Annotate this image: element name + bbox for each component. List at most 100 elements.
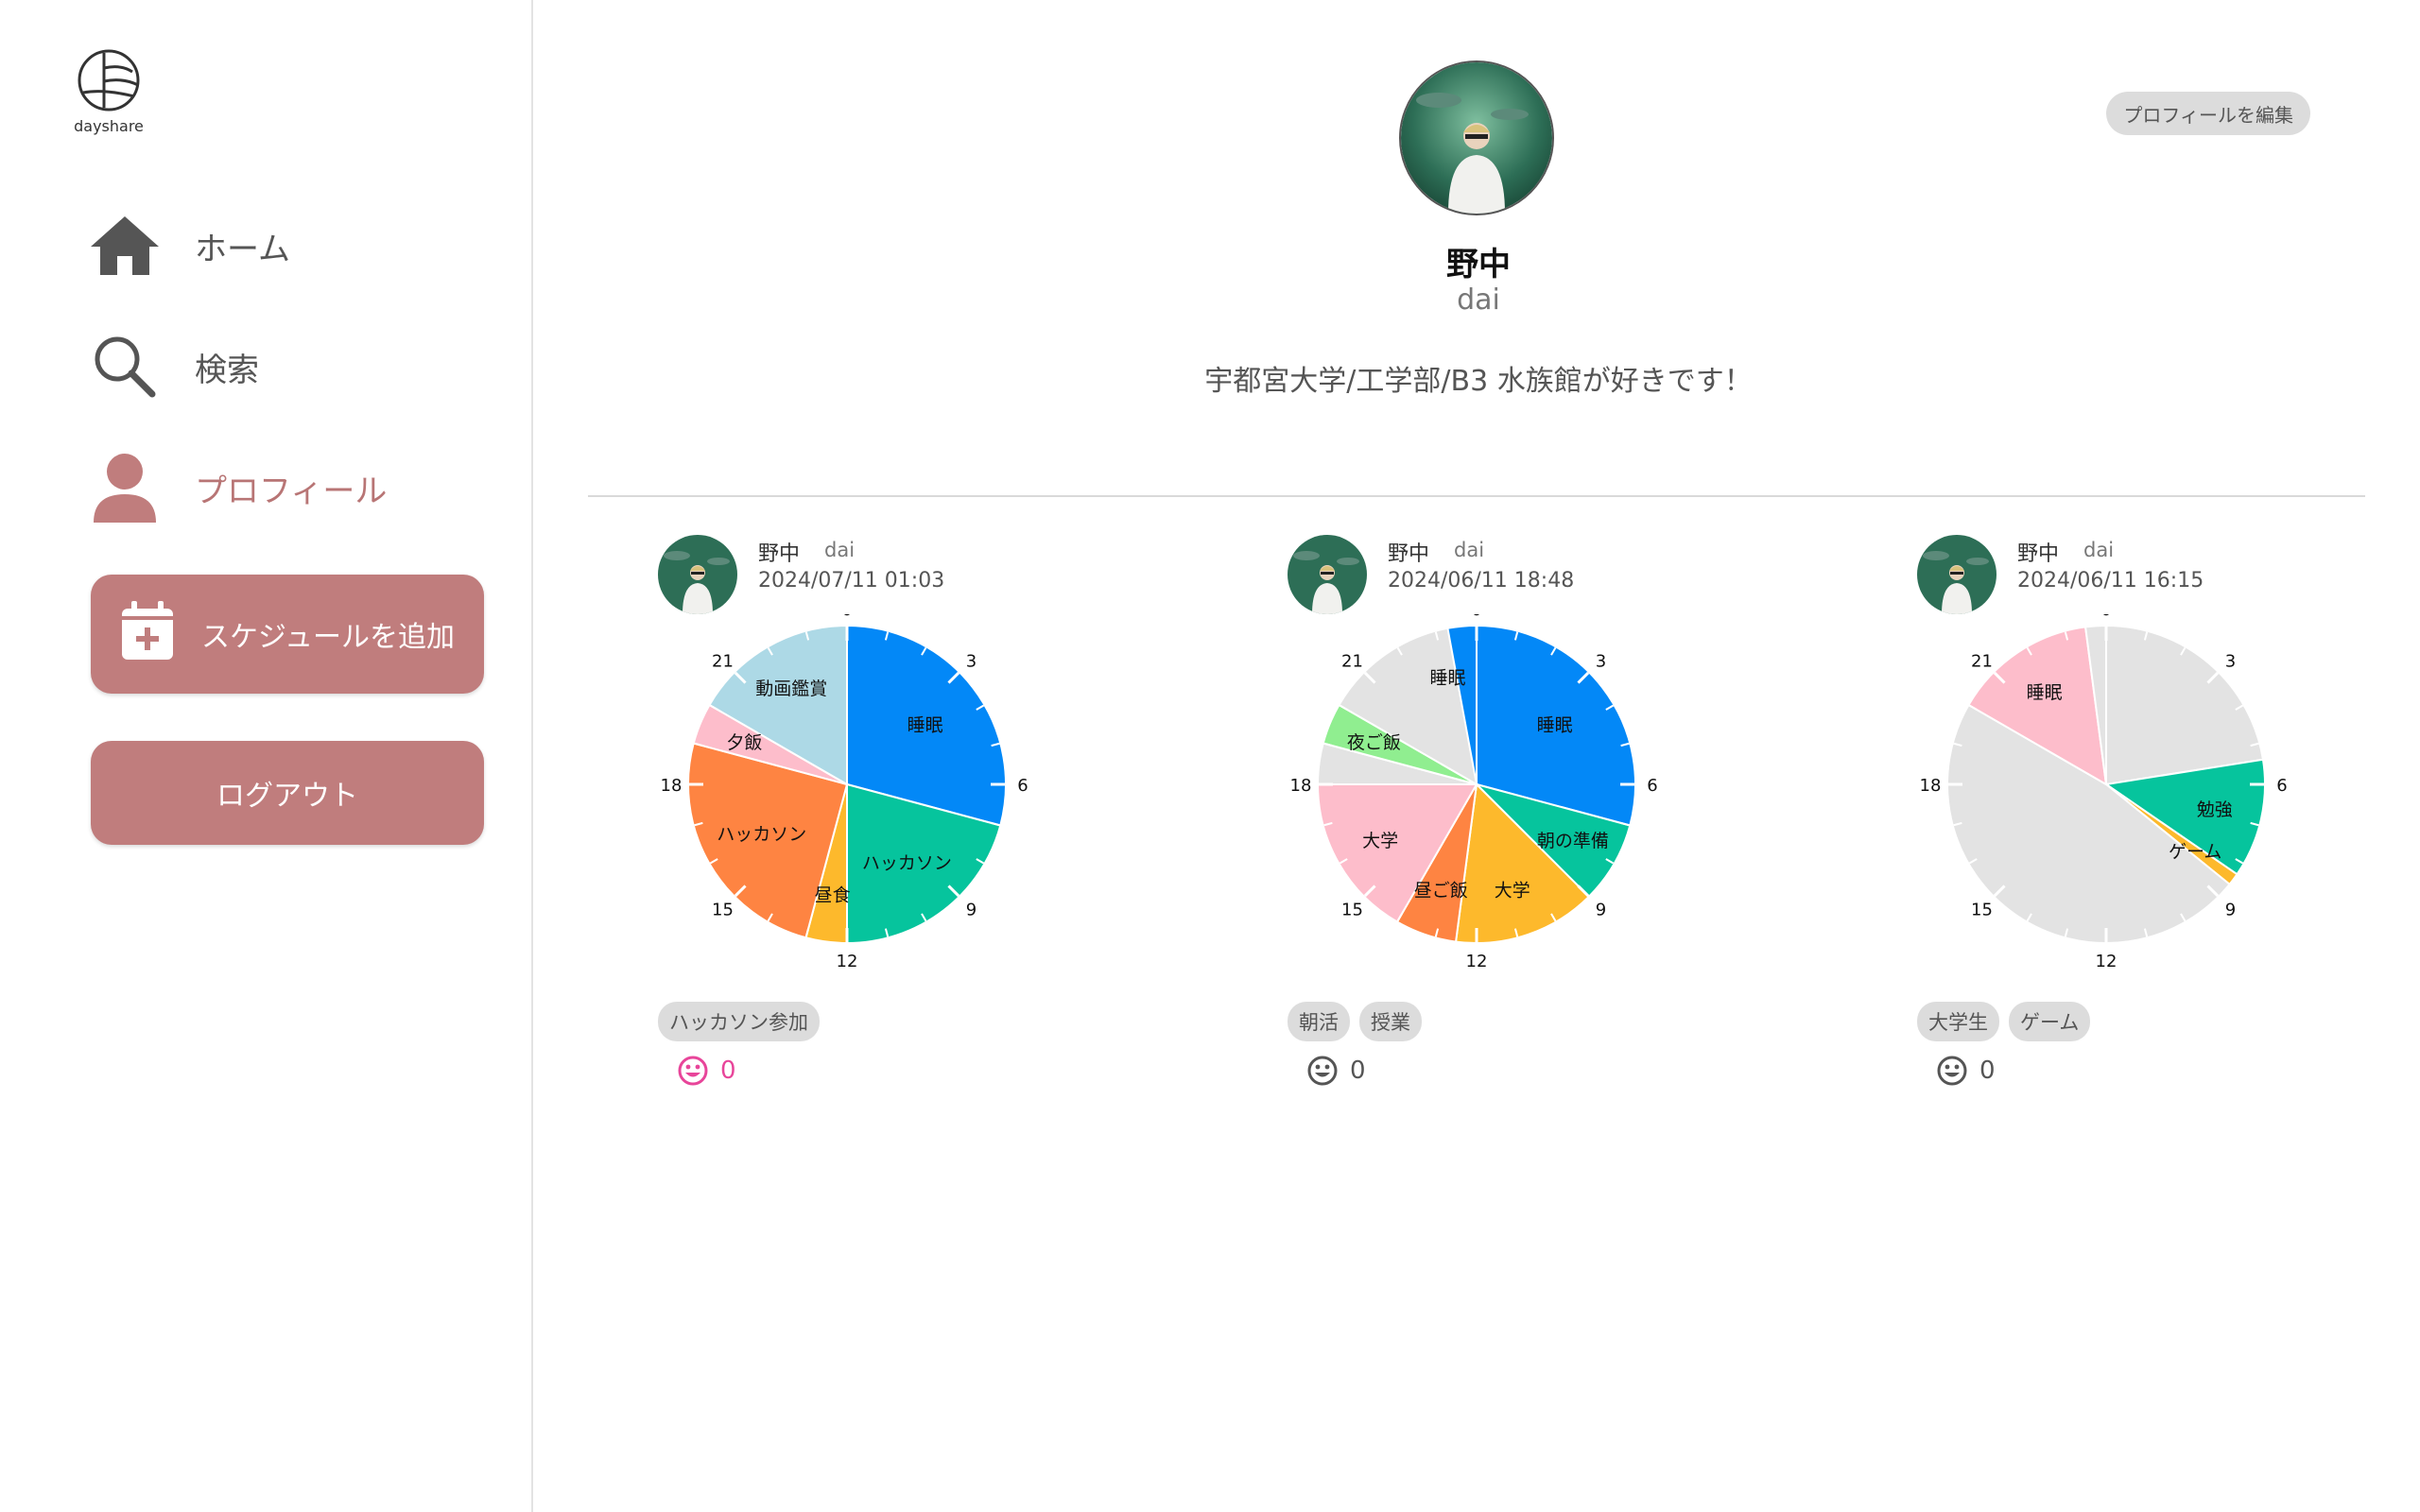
profile-avatar xyxy=(1399,60,1554,215)
sidebar-item-label: プロフィール xyxy=(195,472,388,510)
edit-profile-label: プロフィールを編集 xyxy=(2123,103,2293,127)
tag[interactable]: 朝活 xyxy=(1288,1002,1350,1041)
logout-button[interactable]: ログアウト xyxy=(91,741,484,845)
slice-label: 大学 xyxy=(1495,880,1530,901)
slice-label: 睡眠 xyxy=(908,715,943,736)
slice-label: ゲーム xyxy=(2169,841,2221,862)
slice-label: 睡眠 xyxy=(2027,682,2063,703)
add-schedule-button[interactable]: スケジュールを追加 xyxy=(91,575,484,694)
schedule-post[interactable]: 野中 dai 2024/06/11 18:48 睡眠 朝の準備 大学 昼ご飯 大学 夜ご飯… xyxy=(1288,529,1817,1096)
tag-list: ハッカソン参加 xyxy=(658,1002,820,1041)
schedule-post[interactable]: 野中 dai 2024/06/11 16:15 勉強ゲーム 睡眠 0 3 6 9 12 15 1… xyxy=(1917,529,2420,1096)
hour-tick-label: 0 xyxy=(2100,614,2111,620)
slice-label: 動画鑑賞 xyxy=(755,679,827,699)
home-icon xyxy=(87,208,163,284)
hour-tick-label: 21 xyxy=(1341,651,1363,671)
hour-tick-label: 6 xyxy=(1647,776,1657,796)
profile-name: 野中 xyxy=(1446,246,1511,284)
smile-icon xyxy=(1937,1056,1967,1086)
smile-icon xyxy=(1307,1056,1338,1086)
logo-text: dayshare xyxy=(74,117,144,135)
like-count: 0 xyxy=(1350,1057,1366,1085)
like-count: 0 xyxy=(1979,1057,1996,1085)
slice-label: 朝の準備 xyxy=(1537,831,1609,851)
slice-label: 勉強 xyxy=(2197,799,2233,820)
search-icon xyxy=(87,329,163,404)
slice-label: 睡眠 xyxy=(1430,667,1466,688)
main-content: プロフィールを編集 野中 dai 宇都宮大学/工学部/B3 水族館が好きです！ … xyxy=(533,0,2420,1512)
post-user-name: 野中 xyxy=(2017,542,2060,566)
hour-tick-label: 18 xyxy=(1920,776,1942,796)
post-avatar[interactable] xyxy=(1917,535,1996,614)
schedule-pie-chart[interactable]: 勉強ゲーム 睡眠 0 3 6 9 12 15 18 21 xyxy=(1917,614,2295,992)
tag[interactable]: ゲーム xyxy=(2009,1002,2091,1041)
post-date: 2024/06/11 16:15 xyxy=(2017,569,2204,593)
logout-label: ログアウト xyxy=(216,780,358,813)
schedule-pie-chart[interactable]: 睡眠ハッカソン昼食ハッカソン夕飯動画鑑賞036912151821 xyxy=(658,614,1036,992)
hour-tick-label: 9 xyxy=(2225,901,2236,920)
post-date: 2024/06/11 18:48 xyxy=(1388,569,1575,593)
logo-icon xyxy=(78,49,140,112)
like-button[interactable]: 0 xyxy=(677,1055,736,1087)
hour-tick-label: 21 xyxy=(1971,651,1993,671)
smile-icon xyxy=(678,1056,708,1086)
tag[interactable]: 大学生 xyxy=(1917,1002,1999,1041)
sidebar-item-search[interactable]: 検索 xyxy=(87,329,484,404)
hour-tick-label: 12 xyxy=(2096,952,2118,971)
hour-tick-label: 6 xyxy=(1017,776,1028,796)
hour-tick-label: 18 xyxy=(1290,776,1312,796)
hour-tick-label: 0 xyxy=(841,614,852,620)
divider xyxy=(588,495,2365,497)
hour-tick-label: 15 xyxy=(1971,901,1993,920)
hour-tick-label: 12 xyxy=(837,952,858,971)
edit-profile-button[interactable]: プロフィールを編集 xyxy=(2106,92,2310,135)
app-logo[interactable]: dayshare xyxy=(57,47,161,135)
slice-label: 夜ご飯 xyxy=(1347,732,1401,753)
hour-tick-label: 15 xyxy=(712,901,734,920)
post-user-id: dai xyxy=(1454,539,1485,561)
sidebar-item-profile[interactable]: プロフィール xyxy=(87,450,484,525)
profile-id: dai xyxy=(1457,284,1500,317)
hour-tick-label: 9 xyxy=(1596,901,1606,920)
calendar-plus-icon xyxy=(120,599,175,669)
hour-tick-label: 3 xyxy=(2225,651,2236,671)
sidebar-item-home[interactable]: ホーム xyxy=(87,208,484,284)
hour-tick-label: 21 xyxy=(712,651,734,671)
post-user-name: 野中 xyxy=(1388,542,1430,566)
hour-tick-label: 18 xyxy=(661,776,683,796)
slice-label: 昼食 xyxy=(815,885,851,906)
post-user-id: dai xyxy=(2083,539,2115,561)
like-count: 0 xyxy=(720,1057,736,1085)
post-avatar[interactable] xyxy=(658,535,737,614)
user-icon xyxy=(87,450,163,525)
slice-label: 夕飯 xyxy=(726,732,762,753)
sidebar: dayshare ホーム 検索 プロフィール スケジュールを追加 ログアウト xyxy=(0,0,533,1512)
tag[interactable]: ハッカソン参加 xyxy=(658,1002,820,1041)
schedule-pie-chart[interactable]: 睡眠朝の準備大学昼ご飯大学夜ご飯睡眠036912151821 xyxy=(1288,614,1666,992)
hour-tick-label: 6 xyxy=(2276,776,2287,796)
hour-tick-label: 0 xyxy=(1471,614,1481,620)
profile-bio: 宇都宮大学/工学部/B3 水族館が好きです！ xyxy=(1204,365,1753,398)
slice-label: ハッカソン xyxy=(862,853,952,874)
tag-list: 大学生 ゲーム xyxy=(1917,1002,2091,1041)
like-button[interactable]: 0 xyxy=(1936,1055,1996,1087)
post-avatar[interactable] xyxy=(1288,535,1367,614)
tag-list: 朝活 授業 xyxy=(1288,1002,1422,1041)
add-schedule-label: スケジュールを追加 xyxy=(201,621,455,654)
post-user-name: 野中 xyxy=(758,542,801,566)
sidebar-item-label: ホーム xyxy=(195,230,290,268)
slice-label: ハッカソン xyxy=(717,824,806,845)
hour-tick-label: 9 xyxy=(966,901,977,920)
slice-label: 大学 xyxy=(1362,831,1398,851)
post-user-id: dai xyxy=(824,539,856,561)
slice-label: 睡眠 xyxy=(1537,715,1573,736)
schedule-post[interactable]: 野中 dai 2024/07/11 01:03 睡眠 ハッカソン 昼食 ハッカソン 夕飯… xyxy=(658,529,1187,1096)
sidebar-item-label: 検索 xyxy=(195,351,259,389)
like-button[interactable]: 0 xyxy=(1306,1055,1366,1087)
tag[interactable]: 授業 xyxy=(1359,1002,1422,1041)
hour-tick-label: 12 xyxy=(1466,952,1488,971)
slice-label: 昼ご飯 xyxy=(1414,880,1468,901)
post-date: 2024/07/11 01:03 xyxy=(758,569,945,593)
hour-tick-label: 15 xyxy=(1341,901,1363,920)
hour-tick-label: 3 xyxy=(1596,651,1606,671)
